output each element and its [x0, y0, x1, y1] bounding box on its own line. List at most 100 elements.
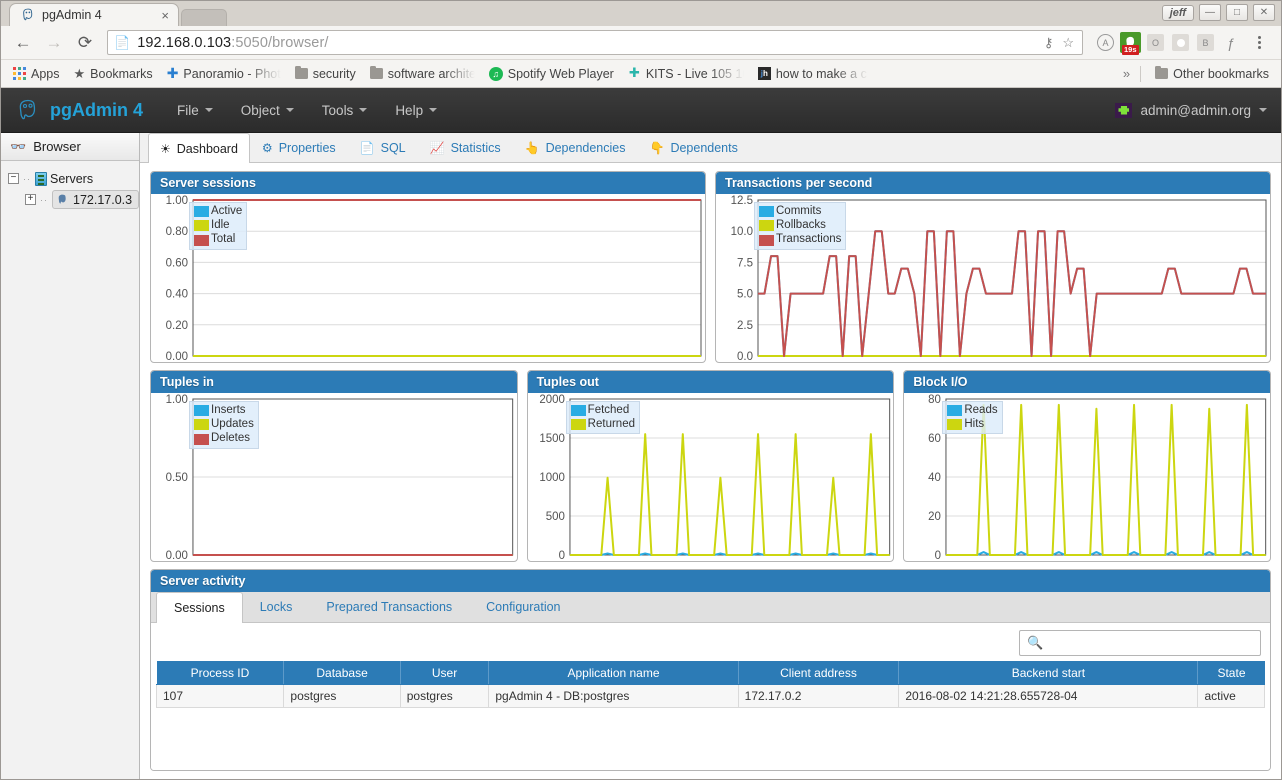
browser-navbar: ← → ⟳ 📄 192.168.0.103:5050/browser/ ⚷ ☆ …	[1, 26, 1281, 60]
chevron-down-icon	[204, 108, 213, 112]
close-button[interactable]: ✕	[1253, 4, 1275, 21]
object-tabs: ☀ Dashboard ⚙ Properties 📄 SQL 📈 Statist…	[140, 133, 1281, 163]
adblock-icon[interactable]	[1170, 32, 1191, 53]
bookmark-other-bookmarks[interactable]: Other bookmarks	[1149, 65, 1275, 83]
svg-text:0.20: 0.20	[166, 320, 188, 332]
bookmark-bookmarks[interactable]: ★ Bookmarks	[68, 64, 159, 84]
tree-node-server[interactable]: + ·· 172.17.0.3	[1, 189, 140, 210]
tab-dependents[interactable]: 👇 Dependents	[637, 133, 749, 162]
main-content: ☀ Dashboard ⚙ Properties 📄 SQL 📈 Statist…	[140, 133, 1281, 779]
url-host: 192.168.0.103	[137, 34, 232, 51]
user-menu[interactable]: admin@admin.org	[1115, 102, 1267, 118]
svg-text:1500: 1500	[539, 433, 565, 445]
table-row[interactable]: 107 postgres postgres pgAdmin 4 - DB:pos…	[155, 684, 1265, 708]
menu-object[interactable]: Object	[229, 96, 306, 125]
legend-label: Transactions	[776, 233, 842, 246]
activity-tab-label: Sessions	[174, 601, 225, 615]
panel-title: Tuples in	[151, 371, 517, 393]
reload-icon[interactable]: ⟳	[71, 29, 99, 57]
minimize-button[interactable]: —	[1199, 4, 1221, 21]
tab-close-icon[interactable]: ×	[161, 9, 169, 22]
panel-title: Block I/O	[904, 371, 1271, 393]
panel-title: Server activity	[151, 570, 1270, 592]
panel-body: 0.00 0.50 1.00 Inserts Updates Deletes	[151, 393, 517, 561]
chart-tuples-out: 0 500 1000 1500 2000 Fetched Returned	[528, 393, 894, 561]
menu-file[interactable]: File	[165, 96, 225, 125]
bookmark-security[interactable]: security	[289, 65, 362, 83]
star-bookmark-icon[interactable]: ☆	[1062, 35, 1074, 51]
legend-item: Deletes	[194, 432, 254, 445]
svg-text:0.00: 0.00	[166, 550, 188, 561]
tree-expander-icon[interactable]: +	[25, 194, 36, 205]
chart-tuples-in: 0.00 0.50 1.00 Inserts Updates Deletes	[151, 393, 517, 561]
chrome-menu-icon[interactable]	[1245, 29, 1273, 57]
tab-dashboard[interactable]: ☀ Dashboard	[148, 133, 250, 163]
search-box[interactable]: 🔍	[1019, 630, 1261, 656]
menu-tools[interactable]: Tools	[310, 96, 380, 125]
chrome-profile-button[interactable]: jeff	[1161, 4, 1194, 21]
column-header-user[interactable]: User	[400, 661, 490, 685]
postgres-server-icon	[58, 194, 66, 204]
address-bar[interactable]: 📄 192.168.0.103:5050/browser/ ⚷ ☆	[107, 30, 1083, 55]
cell-user: postgres	[400, 684, 490, 708]
maximize-button[interactable]: □	[1226, 4, 1248, 21]
fonts-icon[interactable]: ƒ	[1220, 32, 1241, 53]
tree-node-selected[interactable]: 172.17.0.3	[52, 190, 140, 209]
bookmark-software-architecture[interactable]: software architecture	[364, 65, 481, 83]
bookmark-spotify[interactable]: ♫ Spotify Web Player	[483, 65, 620, 83]
apps-grid-icon	[13, 67, 26, 80]
tree-expander-icon[interactable]: −	[8, 173, 19, 184]
legend-label: Rollbacks	[776, 219, 826, 232]
bookmarks-overflow-icon[interactable]: »	[1115, 66, 1138, 81]
pgadmin-brand[interactable]: pgAdmin 4	[15, 98, 143, 122]
column-header-application-name[interactable]: Application name	[488, 661, 739, 685]
legend-swatch	[570, 405, 586, 417]
tab-dependencies[interactable]: 👆 Dependencies	[513, 133, 638, 162]
activity-tab-prepared-transactions[interactable]: Prepared Transactions	[309, 592, 469, 622]
bookmark-apps[interactable]: Apps	[7, 65, 66, 83]
chart-legend: Inserts Updates Deletes	[189, 401, 259, 449]
panel-tuples-out: Tuples out 0 500 1000 1500 2000 Fetched Return…	[526, 370, 895, 562]
tab-properties[interactable]: ⚙ Properties	[250, 133, 348, 162]
svg-text:20: 20	[929, 511, 942, 523]
activity-tab-sessions[interactable]: Sessions	[156, 592, 243, 623]
bookmark-kits[interactable]: ✚ KITS - Live 105 105	[622, 65, 750, 83]
window-controls: jeff — □ ✕	[1161, 4, 1275, 21]
tab-sql[interactable]: 📄 SQL	[348, 133, 418, 162]
browser-tab-pgadmin[interactable]: pgAdmin 4 ×	[9, 3, 179, 26]
postgres-timer-icon[interactable]: 19s	[1120, 32, 1141, 55]
bitly-icon[interactable]: B	[1195, 32, 1216, 53]
column-header-client-address[interactable]: Client address	[738, 661, 900, 685]
bookmark-how-to-make-a-crisp[interactable]: jh how to make a crisp	[752, 65, 874, 83]
tree-node-servers[interactable]: − ·· Servers	[1, 168, 139, 189]
chevron-down-icon	[359, 108, 368, 112]
back-icon[interactable]: ←	[9, 29, 37, 57]
opera-icon[interactable]: O	[1145, 32, 1166, 53]
key-icon[interactable]: ⚷	[1044, 35, 1054, 51]
menu-help[interactable]: Help	[383, 96, 449, 125]
bookmark-panoramio[interactable]: ✚ Panoramio - Photos	[161, 65, 287, 83]
column-header-process-id[interactable]: Process ID	[156, 661, 285, 685]
forward-icon[interactable]: →	[40, 29, 68, 57]
new-tab-button[interactable]	[181, 9, 227, 26]
svg-text:2000: 2000	[539, 394, 565, 406]
column-header-backend-start[interactable]: Backend start	[898, 661, 1199, 685]
legend-label: Inserts	[211, 404, 246, 416]
tab-statistics[interactable]: 📈 Statistics	[418, 133, 513, 162]
user-avatar-icon	[1115, 102, 1133, 118]
column-header-state[interactable]: State	[1197, 661, 1265, 685]
extension-badge: 19s	[1122, 44, 1139, 55]
activity-tab-locks[interactable]: Locks	[243, 592, 310, 622]
jh-icon: jh	[757, 67, 771, 80]
browser-sidebar: 👓 Browser − ·· Servers + ·· 172.17.0.3	[1, 133, 140, 779]
column-header-database[interactable]: Database	[283, 661, 401, 685]
chart-block-io: 0 20 40 60 80 Reads Hits	[904, 393, 1270, 561]
angular-icon[interactable]: A	[1095, 32, 1116, 53]
search-input[interactable]	[1049, 636, 1253, 650]
tree-node-label: 172.17.0.3	[73, 192, 133, 207]
legend-swatch	[194, 206, 209, 218]
page-info-icon[interactable]: 📄	[114, 35, 130, 51]
activity-tab-configuration[interactable]: Configuration	[469, 592, 577, 622]
cell-backend-start: 2016-08-02 14:21:28.655728-04	[898, 684, 1199, 708]
binoculars-icon: 👓	[10, 138, 27, 154]
